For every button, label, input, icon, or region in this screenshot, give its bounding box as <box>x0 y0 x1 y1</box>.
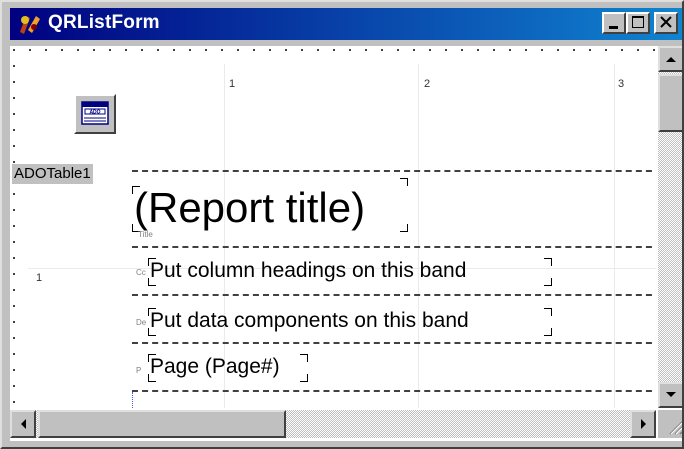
app-icon[interactable] <box>16 12 42 36</box>
vertical-scroll-thumb[interactable] <box>658 74 682 132</box>
minimize-button[interactable] <box>602 12 626 34</box>
ado-icon-text: ADO <box>89 110 100 116</box>
selection-corner <box>544 328 552 336</box>
maximize-button[interactable] <box>626 12 650 34</box>
selection-corner <box>148 354 156 362</box>
window-title: QRListForm <box>48 12 160 33</box>
form-designer-area[interactable]: 1 2 3 1 ADO ADOTable1 (Report title) Tit… <box>10 46 682 441</box>
scroll-up-icon <box>666 57 676 62</box>
grid-dots-left <box>10 46 18 408</box>
qrlistform-window: QRListForm 1 2 3 1 ADO ADOTable1 (Report… <box>0 0 684 449</box>
scroll-right-icon <box>641 419 646 429</box>
report-title-label[interactable]: (Report title) <box>134 184 365 232</box>
maximize-icon <box>632 16 644 28</box>
selection-corner <box>544 258 552 266</box>
scroll-left-button[interactable] <box>10 410 36 438</box>
ruler-mark: 1 <box>229 78 236 90</box>
minimize-icon <box>609 26 618 29</box>
page-footer-band-tag: P <box>136 366 142 375</box>
scroll-left-icon <box>21 419 26 429</box>
selection-corner <box>300 374 308 382</box>
horizontal-scroll-thumb[interactable] <box>38 410 286 438</box>
selection-corner <box>148 278 156 286</box>
grid-dots-top <box>10 46 656 54</box>
detail-band-tag: De <box>136 318 147 327</box>
scroll-right-button[interactable] <box>630 410 656 438</box>
ruler-mark: 3 <box>618 78 625 90</box>
selection-corner <box>544 278 552 286</box>
close-button[interactable] <box>654 12 678 34</box>
scroll-down-button[interactable] <box>658 382 682 408</box>
scroll-down-icon <box>666 392 676 397</box>
scroll-up-button[interactable] <box>658 46 682 72</box>
data-components-label[interactable]: Put data components on this band <box>150 308 469 334</box>
selection-corner <box>148 308 156 316</box>
selection-corner <box>300 354 308 362</box>
horizontal-scrollbar[interactable] <box>10 410 656 438</box>
page-number-label[interactable]: Page (Page#) <box>150 354 280 380</box>
selection-corner <box>400 224 408 232</box>
vertical-scrollbar[interactable] <box>658 46 682 408</box>
ado-table-icon: ADO <box>81 101 109 125</box>
ruler-mark: 1 <box>36 272 43 284</box>
size-grip-icon <box>669 421 682 435</box>
selection-corner <box>544 308 552 316</box>
ado-table-component[interactable]: ADO <box>74 94 116 134</box>
selection-corner <box>148 328 156 336</box>
selection-corner <box>148 258 156 266</box>
ruler-mark: 2 <box>424 78 431 90</box>
design-canvas[interactable]: 1 2 3 1 ADO ADOTable1 (Report title) Tit… <box>10 46 656 408</box>
selection-corner <box>148 374 156 382</box>
size-grip[interactable] <box>658 410 682 438</box>
selection-corner <box>400 178 408 186</box>
column-header-band-tag: Cc <box>136 268 146 277</box>
title-band-tag: Title <box>138 230 153 239</box>
title-bar[interactable]: QRListForm <box>10 8 682 40</box>
close-icon <box>660 16 672 28</box>
margin-guide <box>132 392 134 408</box>
ado-table-label: ADOTable1 <box>12 164 93 184</box>
selection-corner <box>132 186 140 194</box>
column-headings-label[interactable]: Put column headings on this band <box>150 258 466 284</box>
